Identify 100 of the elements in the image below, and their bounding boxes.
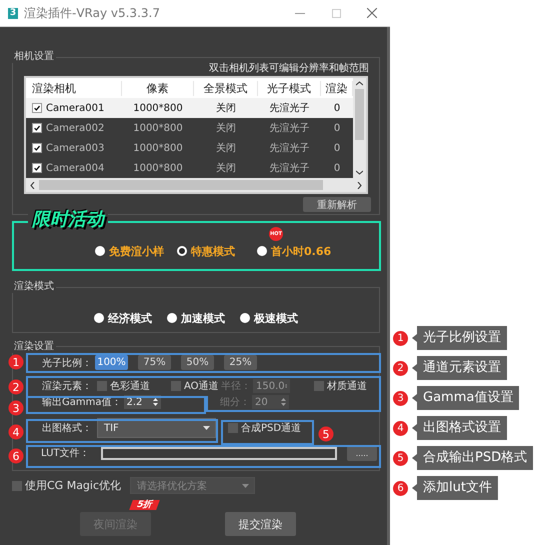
table-cell-text: 1000*800 — [132, 122, 184, 134]
table-row[interactable]: Camera004 1000*800 关闭 先渲光子 0 — [26, 158, 353, 178]
caret-icon — [203, 426, 210, 430]
field-label: 半径： — [221, 380, 251, 393]
table-cell-text: 0 — [332, 142, 342, 154]
hint-text: 双击相机列表可编辑分辨率和帧范围 — [208, 63, 369, 75]
table-cell-text: 先渲光子 — [268, 142, 310, 155]
spinner-arrows-icon — [152, 398, 158, 406]
group-title: 渲染模式 — [12, 281, 56, 293]
caret-icon — [242, 484, 250, 488]
number-marker: 3 — [8, 400, 24, 416]
table-cell-text: 关闭 — [215, 122, 237, 135]
radio-button[interactable] — [257, 246, 267, 256]
table-cell-text: 关闭 — [215, 162, 237, 175]
callout-label: 合成输出PSD格式 — [412, 446, 534, 470]
checkbox[interactable] — [32, 123, 42, 133]
checkbox[interactable] — [32, 143, 42, 153]
callout-label: 通道元素设置 — [412, 356, 507, 380]
field-label: 出图格式： — [42, 422, 93, 435]
table-cell-text: 0 — [332, 102, 342, 114]
field-label: 细分： — [220, 396, 250, 409]
callout-label: 添加lut文件 — [412, 476, 498, 500]
vertical-scrollbar[interactable] — [353, 78, 366, 178]
number-marker: 5 — [318, 426, 334, 442]
horizontal-scrollbar[interactable] — [26, 178, 366, 192]
checkbox-label[interactable]: 材质通道 — [327, 379, 367, 393]
window-title: 渲染插件-VRay v5.3.3.7 — [24, 4, 161, 22]
scroll-down-icon[interactable] — [356, 170, 363, 175]
field-label: LUT文件： — [41, 446, 91, 460]
checkbox[interactable] — [228, 423, 238, 433]
checkbox[interactable] — [97, 381, 107, 391]
app-logo: 3 — [8, 8, 18, 18]
group-title: 相机设置 — [12, 51, 56, 63]
spinner-arrows-icon — [284, 382, 287, 390]
column-header[interactable]: 全景模式 — [194, 80, 258, 96]
radio-button[interactable] — [95, 246, 105, 256]
lut-file-field[interactable] — [101, 446, 337, 460]
radio-label[interactable]: 免费渲小样 — [109, 244, 164, 258]
table-cell-text: 关闭 — [215, 102, 237, 115]
number-marker: 5 — [393, 450, 408, 466]
field-label: 输出Gamma值： — [42, 396, 122, 409]
table-cell: Camera004 — [46, 162, 104, 174]
callout-label: Gamma值设置 — [412, 386, 520, 410]
table-cell-text: 1000*800 — [132, 162, 184, 174]
table-row[interactable]: Camera003 1000*800 关闭 先渲光子 0 — [26, 138, 353, 158]
close-icon[interactable] — [367, 8, 377, 18]
reparse-button[interactable]: 重新解析 — [303, 197, 371, 212]
radio-button[interactable] — [167, 313, 177, 323]
scroll-right-icon[interactable] — [357, 182, 362, 188]
column-header[interactable]: 渲染相机 — [26, 80, 122, 96]
radio-label[interactable]: 加速模式 — [181, 310, 225, 326]
format-dropdown[interactable]: TIF — [97, 418, 216, 438]
submit-render-button[interactable]: 提交渲染 — [225, 512, 296, 536]
number-marker: 6 — [393, 480, 408, 496]
table-cell: Camera001 — [46, 102, 104, 114]
table-cell-text: 先渲光子 — [268, 122, 310, 135]
scroll-up-icon[interactable] — [356, 81, 363, 86]
field-label: 渲染元素： — [42, 380, 93, 393]
radio-button[interactable] — [240, 313, 250, 323]
callout-label: 出图格式设置 — [412, 416, 507, 440]
radio-button[interactable] — [177, 246, 187, 256]
scroll-left-icon[interactable] — [30, 182, 35, 188]
number-marker: 1 — [393, 330, 408, 346]
table-cell-text: 0 — [332, 122, 342, 134]
checkbox[interactable] — [32, 163, 42, 173]
radio-button[interactable] — [94, 313, 104, 323]
ratio-button[interactable]: 25% — [224, 355, 257, 370]
column-header[interactable]: 像素 — [122, 80, 194, 96]
table-cell-text: 先渲光子 — [268, 162, 310, 175]
checkbox-label[interactable]: AO通道 — [184, 379, 219, 393]
callout-label: 光子比例设置 — [412, 326, 507, 350]
radio-label[interactable]: 经济模式 — [108, 310, 152, 326]
radio-label[interactable]: 首小时0.66 — [271, 244, 332, 258]
checkbox[interactable] — [171, 381, 181, 391]
promo-title: 限时活动 — [28, 209, 108, 231]
radio-label[interactable]: 极速模式 — [254, 310, 298, 326]
table-cell-text: 先渲光子 — [268, 102, 310, 115]
checkbox[interactable] — [32, 103, 42, 113]
checkbox[interactable] — [314, 381, 324, 391]
table-cell-text: 1000*800 — [132, 102, 184, 114]
checkbox-label[interactable]: 色彩通道 — [110, 379, 150, 393]
radio-label[interactable]: 特惠模式 — [191, 244, 235, 258]
checkbox-label[interactable]: 合成PSD通道 — [241, 421, 302, 435]
number-marker: 4 — [8, 424, 24, 440]
table-cell-text: 0 — [332, 162, 342, 174]
field-label: 光子比例： — [42, 356, 92, 370]
column-header[interactable]: 光子模式 — [258, 80, 321, 96]
table-cell: Camera002 — [46, 122, 104, 134]
table-row[interactable]: Camera002 1000*800 关闭 先渲光子 0 — [26, 118, 353, 138]
number-marker: 2 — [393, 360, 408, 376]
table-row[interactable]: Camera001 1000*800 关闭 先渲光子 0 — [26, 98, 353, 118]
ratio-button[interactable]: 100% — [95, 355, 128, 370]
number-marker: 3 — [393, 390, 408, 406]
minimize-icon[interactable] — [295, 12, 305, 14]
number-marker: 4 — [393, 420, 408, 436]
ratio-button[interactable]: 75% — [138, 355, 171, 370]
ratio-button[interactable]: 50% — [181, 355, 214, 370]
spinner-arrows-icon — [281, 398, 286, 406]
number-marker: 2 — [8, 380, 24, 394]
discount-badge: 5折 — [128, 500, 160, 510]
